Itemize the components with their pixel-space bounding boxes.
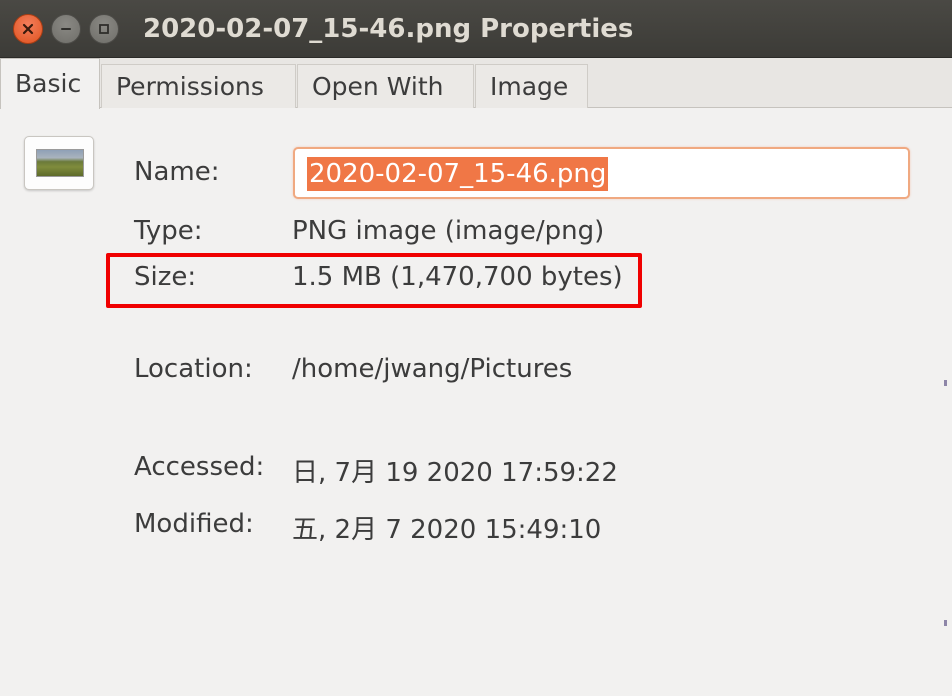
maximize-button[interactable] bbox=[89, 14, 119, 44]
minimize-icon bbox=[61, 28, 71, 30]
basic-panel: Name: 2020-02-07_15-46.png Type: PNG ima… bbox=[0, 108, 952, 696]
minimize-button[interactable] bbox=[51, 14, 81, 44]
type-label: Type: bbox=[134, 216, 203, 246]
name-label: Name: bbox=[134, 157, 220, 187]
tab-bar: Basic Permissions Open With Image bbox=[0, 58, 952, 109]
modified-label: Modified: bbox=[134, 509, 254, 539]
tab-basic[interactable]: Basic bbox=[0, 58, 100, 109]
type-value: PNG image (image/png) bbox=[292, 216, 605, 246]
close-button[interactable] bbox=[13, 14, 43, 44]
tab-image[interactable]: Image bbox=[475, 64, 588, 108]
close-icon bbox=[22, 23, 34, 35]
image-thumbnail-icon bbox=[24, 136, 94, 190]
background-edge-mark bbox=[944, 620, 947, 626]
location-label: Location: bbox=[134, 354, 253, 384]
tab-open-with[interactable]: Open With bbox=[297, 64, 474, 108]
modified-value: 五, 2月 7 2020 15:49:10 bbox=[292, 515, 602, 545]
name-input-selected-text: 2020-02-07_15-46.png bbox=[307, 157, 609, 191]
maximize-icon bbox=[99, 24, 109, 34]
window-title: 2020-02-07_15-46.png Properties bbox=[143, 14, 634, 44]
thumbnail-picture bbox=[36, 149, 84, 177]
name-input[interactable]: 2020-02-07_15-46.png bbox=[293, 147, 910, 199]
size-highlight-box bbox=[106, 253, 642, 308]
title-bar: 2020-02-07_15-46.png Properties bbox=[0, 0, 952, 58]
location-value: /home/jwang/Pictures bbox=[292, 354, 573, 384]
tab-permissions[interactable]: Permissions bbox=[101, 64, 296, 108]
accessed-value: 日, 7月 19 2020 17:59:22 bbox=[292, 458, 618, 488]
background-edge-mark bbox=[944, 380, 947, 386]
accessed-label: Accessed: bbox=[134, 452, 265, 482]
